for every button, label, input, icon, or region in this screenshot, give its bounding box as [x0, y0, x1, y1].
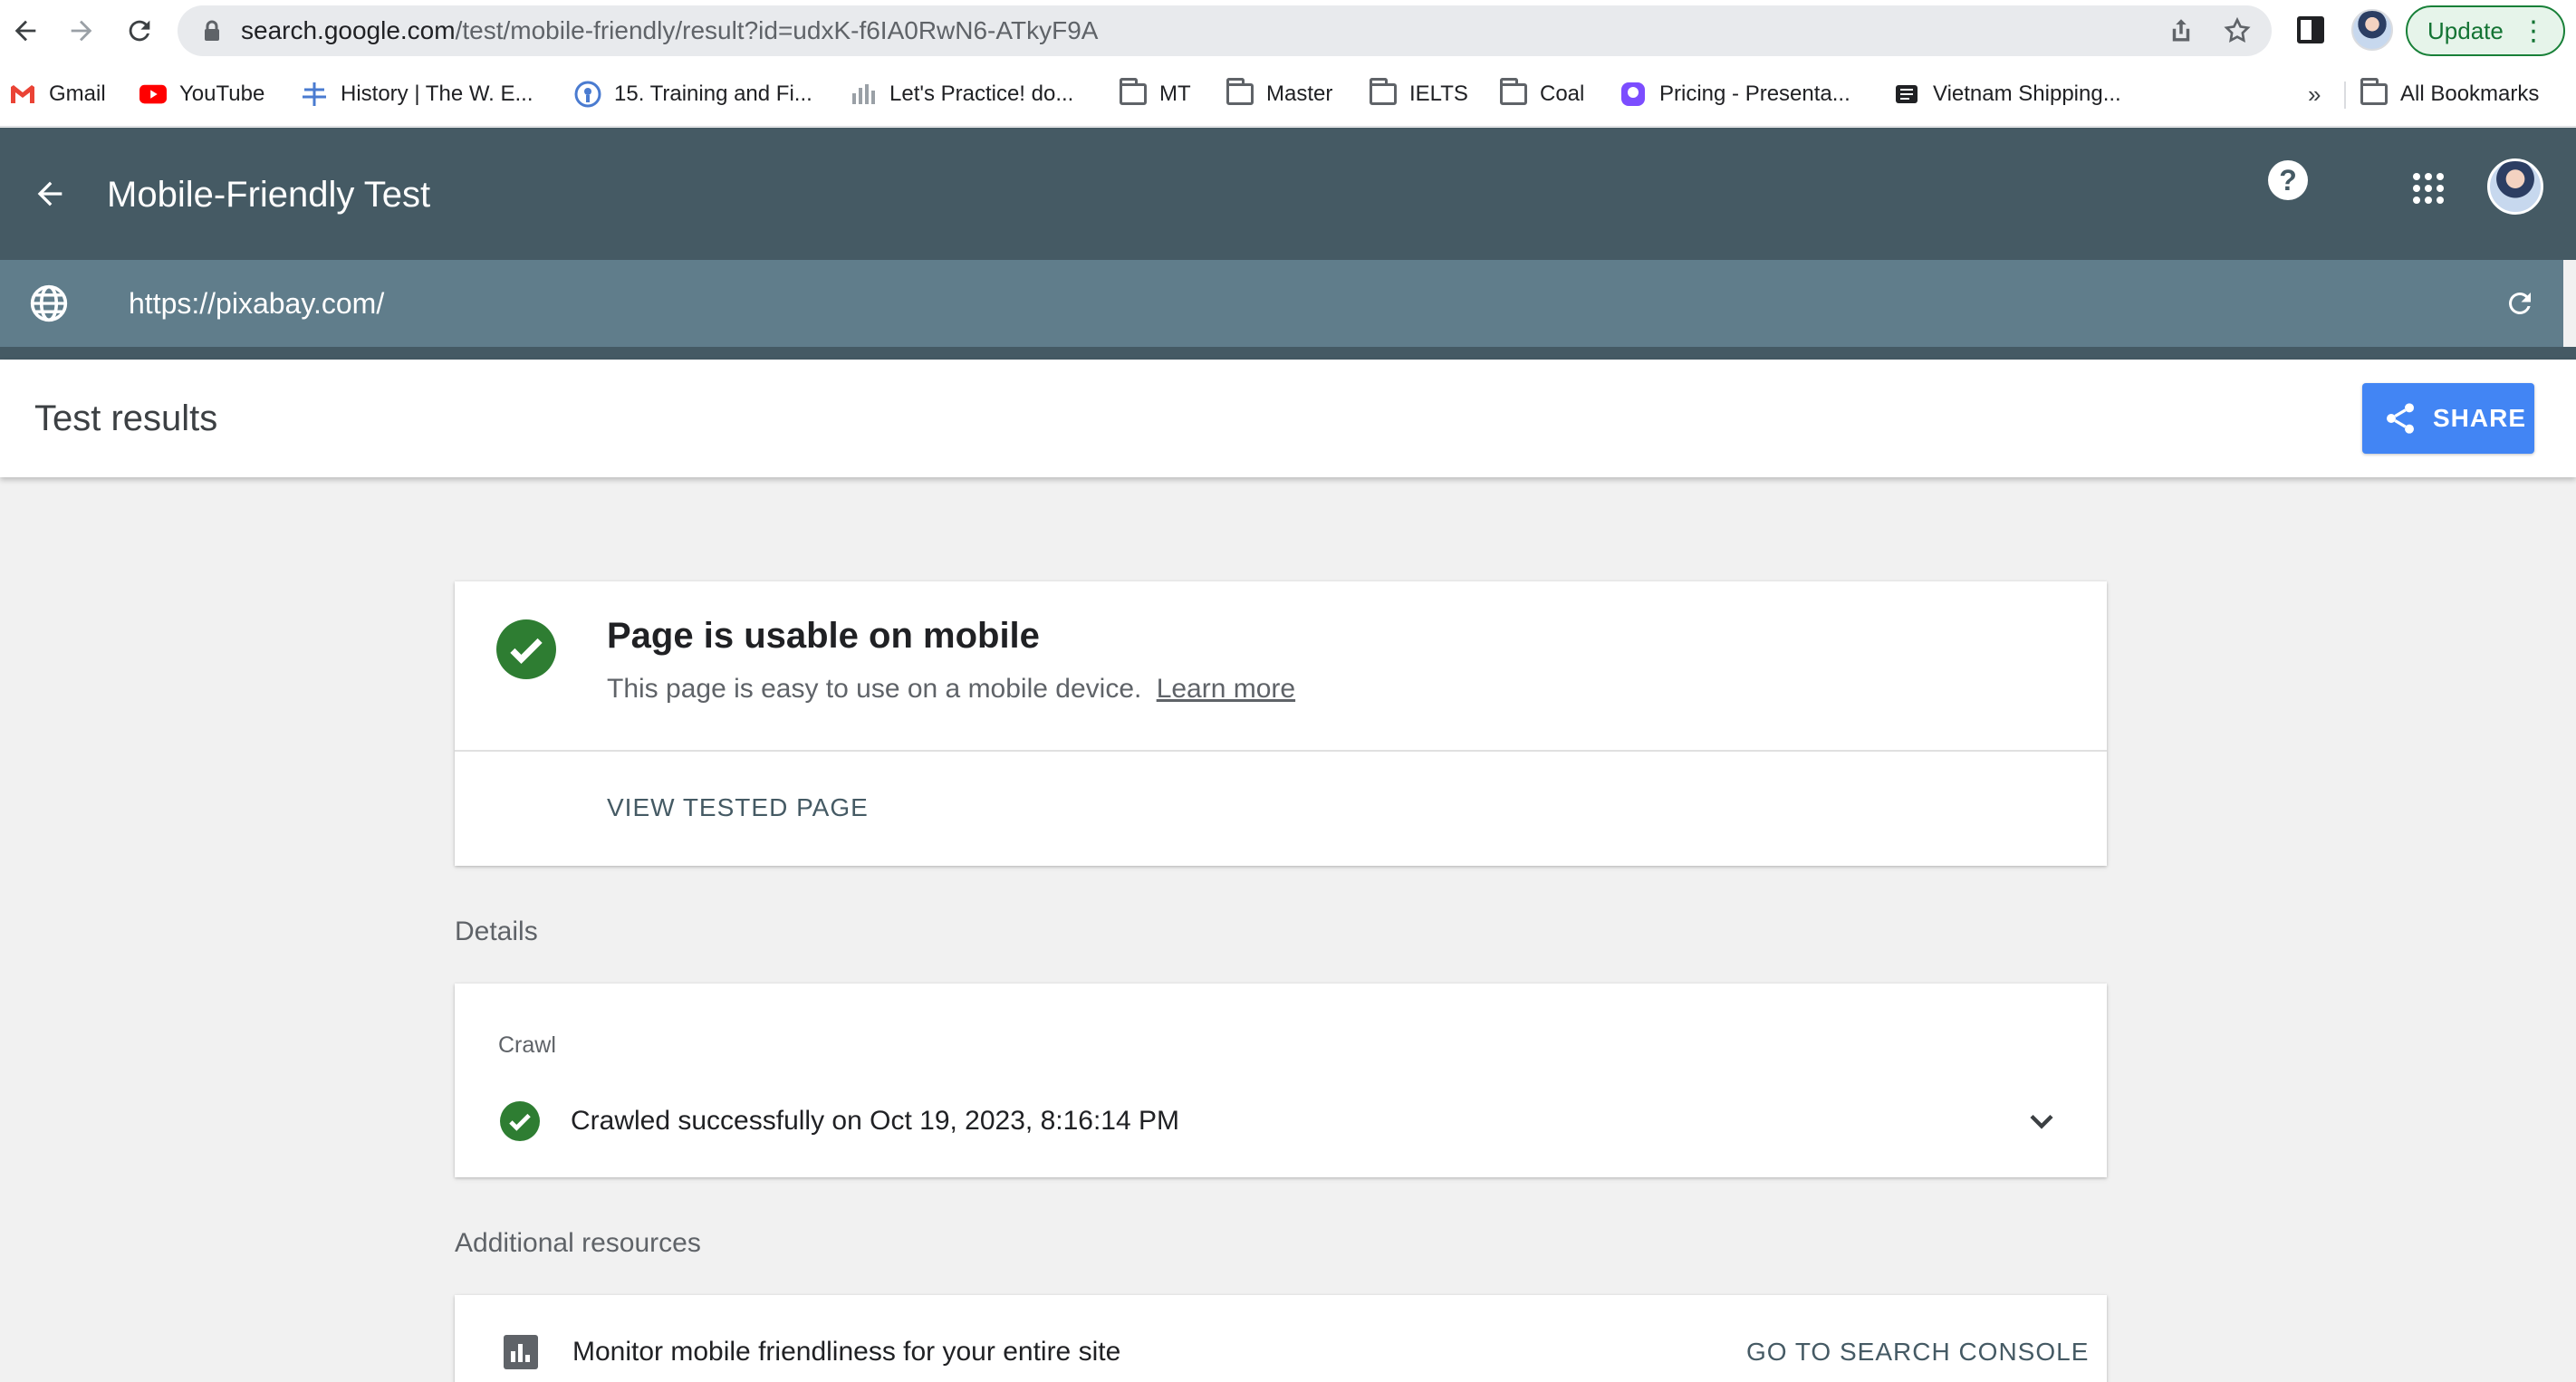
- training-icon: [574, 81, 601, 108]
- profile-avatar[interactable]: [2351, 9, 2393, 51]
- youtube-icon: [139, 81, 167, 108]
- view-tested-page-button[interactable]: VIEW TESTED PAGE: [607, 750, 869, 866]
- result-description: This page is easy to use on a mobile dev…: [607, 674, 1295, 705]
- gmail-icon: [9, 81, 36, 108]
- results-bar: Test results SHARE: [0, 360, 2576, 477]
- share-button[interactable]: SHARE: [2362, 383, 2534, 454]
- folder-icon: [1370, 78, 1397, 108]
- bookmark-label: 15. Training and Fi...: [614, 82, 812, 106]
- help-icon[interactable]: ?: [2268, 160, 2308, 200]
- bookmark-label: Gmail: [49, 82, 106, 106]
- folder-icon: [1120, 78, 1147, 108]
- additional-resources-heading: Additional resources: [455, 1228, 701, 1258]
- lock-icon[interactable]: [203, 20, 221, 42]
- folder-icon: [1500, 78, 1527, 108]
- bookmark-pricing[interactable]: Pricing - Presenta...: [1620, 76, 1850, 112]
- refresh-icon[interactable]: [2502, 285, 2538, 322]
- forward-icon[interactable]: [60, 9, 103, 53]
- practice-icon: [850, 81, 877, 108]
- bookmark-label: Let's Practice! do...: [889, 82, 1074, 106]
- bookmark-gmail[interactable]: Gmail: [9, 76, 106, 112]
- update-button[interactable]: Update ⋮: [2406, 5, 2565, 56]
- bookmark-history[interactable]: History | The W. E...: [301, 76, 533, 112]
- address-bar[interactable]: search.google.com/test/mobile-friendly/r…: [178, 5, 2272, 56]
- resource-text: Monitor mobile friendliness for your ent…: [572, 1337, 1121, 1367]
- more-bookmarks-icon[interactable]: »: [2308, 76, 2321, 112]
- bookmark-folder-coal[interactable]: Coal: [1500, 76, 1584, 112]
- globe-icon: [30, 284, 68, 322]
- star-icon[interactable]: [2223, 16, 2252, 45]
- share-page-icon[interactable]: [2167, 16, 2196, 45]
- reload-icon[interactable]: [118, 9, 161, 53]
- bookmark-label: Vietnam Shipping...: [1933, 82, 2121, 106]
- app-header: Mobile-Friendly Test ?: [0, 128, 2576, 260]
- crawl-status: Crawled successfully on Oct 19, 2023, 8:…: [571, 1106, 1180, 1136]
- tested-url-input[interactable]: https://pixabay.com/: [129, 260, 384, 347]
- result-card: Page is usable on mobile This page is ea…: [455, 581, 2107, 866]
- more-icon[interactable]: ⋮: [2520, 16, 2547, 47]
- url-input-row: https://pixabay.com/: [0, 260, 2563, 347]
- bookmark-folder-ielts[interactable]: IELTS: [1370, 76, 1468, 112]
- bookmark-label: Master: [1266, 82, 1333, 106]
- url-text[interactable]: search.google.com/test/mobile-friendly/r…: [241, 5, 1098, 56]
- bookmarks-bar: Gmail YouTube History | The W. E... 15. …: [0, 62, 2576, 127]
- crawl-card[interactable]: Crawl Crawled successfully on Oct 19, 20…: [455, 984, 2107, 1177]
- back-icon[interactable]: [4, 9, 47, 53]
- bookmark-youtube[interactable]: YouTube: [139, 76, 264, 112]
- shipping-icon: [1893, 81, 1920, 108]
- bookmark-label: Pricing - Presenta...: [1659, 82, 1850, 106]
- bookmark-label: IELTS: [1409, 82, 1468, 106]
- page-title: Test results: [34, 398, 218, 438]
- bookmark-practice[interactable]: Let's Practice! do...: [850, 76, 1073, 112]
- divider: [2344, 82, 2346, 109]
- learn-more-link[interactable]: Learn more: [1157, 674, 1295, 704]
- share-icon: [2387, 403, 2414, 434]
- all-bookmarks-label: All Bookmarks: [2400, 82, 2540, 106]
- success-check-icon: [496, 619, 556, 679]
- apps-grid-icon[interactable]: [2413, 173, 2444, 204]
- bar-chart-icon: [504, 1335, 538, 1369]
- back-arrow-icon[interactable]: [27, 171, 72, 216]
- bookmark-label: MT: [1159, 82, 1191, 106]
- result-description-text: This page is easy to use on a mobile dev…: [607, 674, 1142, 704]
- crawl-label: Crawl: [498, 1032, 556, 1058]
- app-title: Mobile-Friendly Test: [107, 174, 431, 215]
- update-label: Update: [2427, 16, 2504, 44]
- resources-card: Monitor mobile friendliness for your ent…: [455, 1295, 2107, 1382]
- side-panel-icon[interactable]: [2297, 16, 2324, 43]
- browser-toolbar: search.google.com/test/mobile-friendly/r…: [0, 0, 2576, 62]
- go-to-search-console-link[interactable]: GO TO SEARCH CONSOLE: [1746, 1328, 2089, 1377]
- crawl-success-icon: [500, 1101, 540, 1141]
- bookmark-folder-mt[interactable]: MT: [1120, 76, 1191, 112]
- result-title: Page is usable on mobile: [607, 616, 1040, 656]
- folder-icon: [2360, 78, 2388, 108]
- pricing-icon: [1620, 81, 1647, 108]
- bookmark-label: Coal: [1540, 82, 1585, 106]
- all-bookmarks[interactable]: All Bookmarks: [2360, 76, 2539, 112]
- account-avatar[interactable]: [2487, 158, 2543, 215]
- bookmark-training[interactable]: 15. Training and Fi...: [574, 76, 812, 112]
- chevron-down-icon[interactable]: [2022, 1101, 2062, 1141]
- details-heading: Details: [455, 917, 538, 946]
- history-icon: [301, 81, 328, 108]
- bookmark-label: YouTube: [179, 82, 265, 106]
- url-host: search.google.com: [241, 16, 456, 44]
- bookmark-shipping[interactable]: Vietnam Shipping...: [1893, 76, 2121, 112]
- url-path: /test/mobile-friendly/result?id=udxK-f6I…: [455, 16, 1099, 44]
- bookmark-label: History | The W. E...: [341, 82, 533, 106]
- folder-icon: [1226, 78, 1254, 108]
- header-band: [0, 347, 2576, 360]
- bookmark-folder-master[interactable]: Master: [1226, 76, 1332, 112]
- share-label: SHARE: [2433, 404, 2527, 432]
